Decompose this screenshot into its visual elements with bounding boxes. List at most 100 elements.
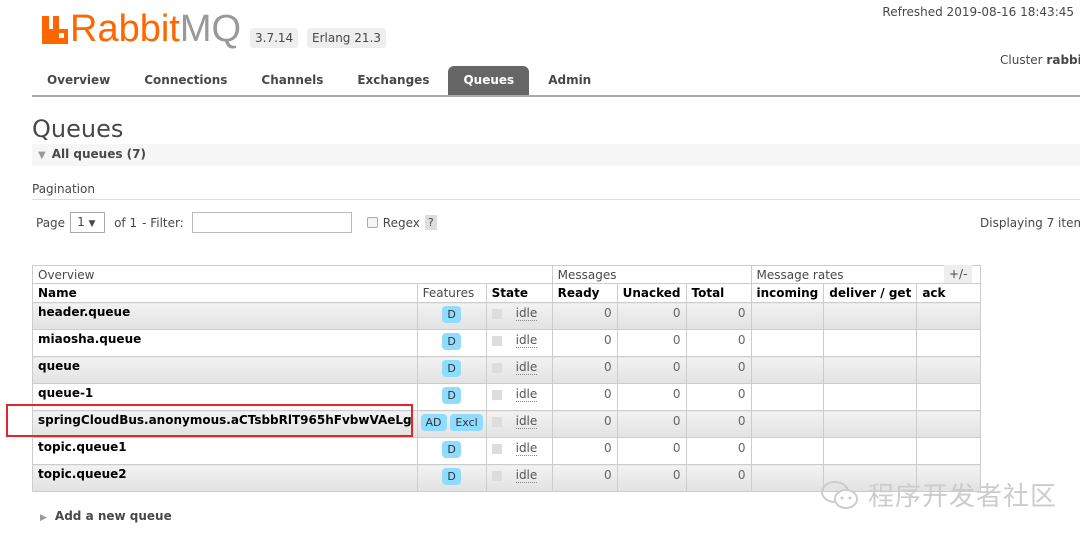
incoming-rate xyxy=(750,383,825,411)
erlang-version-badge: Erlang 21.3 xyxy=(307,28,386,48)
feature-badge: D xyxy=(442,333,461,350)
cluster-name: rabbit xyxy=(1046,53,1080,67)
tab-channels[interactable]: Channels xyxy=(246,66,338,95)
feature-badge: Excl xyxy=(450,414,483,431)
cluster-label: Cluster xyxy=(1000,53,1043,67)
features-cell: D xyxy=(416,329,487,357)
ack-rate xyxy=(916,437,982,465)
unacked-count: 0 xyxy=(616,356,687,384)
tab-overview[interactable]: Overview xyxy=(32,66,125,95)
cluster-info: Cluster rabbit xyxy=(1000,53,1080,67)
tab-admin[interactable]: Admin xyxy=(533,66,606,95)
column-header-incoming[interactable]: incoming xyxy=(750,283,825,303)
deliver-get-rate xyxy=(823,302,918,330)
page-select[interactable]: 1 ▼ xyxy=(70,212,106,233)
ack-rate xyxy=(916,356,982,384)
ready-count: 0 xyxy=(551,437,618,465)
tab-queues[interactable]: Queues xyxy=(448,66,530,95)
filter-label: - Filter: xyxy=(142,215,184,230)
features-cell: AD Excl xyxy=(416,410,487,438)
column-header-state[interactable]: State xyxy=(485,283,553,303)
queue-name-link[interactable]: miaosha.queue xyxy=(32,329,418,357)
group-overview: Overview xyxy=(32,265,553,284)
total-count: 0 xyxy=(685,437,752,465)
wechat-icon xyxy=(821,480,858,509)
highlight-box xyxy=(6,404,413,437)
pagination-bar: Page 1 ▼ of 1 - Filter: Regex ? xyxy=(36,212,437,233)
state-cell: idle xyxy=(485,410,553,438)
table-row: topic.queue1 D idle 0 0 0 xyxy=(32,437,982,465)
ready-count: 0 xyxy=(551,329,618,357)
column-header-deliver---get[interactable]: deliver / get xyxy=(823,283,918,303)
feature-badge: D xyxy=(442,468,461,485)
feature-badge: D xyxy=(442,306,461,323)
ack-rate xyxy=(916,329,982,357)
unacked-count: 0 xyxy=(616,410,687,438)
deliver-get-rate xyxy=(823,329,918,357)
state-indicator-icon xyxy=(491,335,502,346)
deliver-get-rate xyxy=(823,356,918,384)
watermark-text: 程序开发者社区 xyxy=(868,482,1058,512)
table-row: miaosha.queue D idle 0 0 0 xyxy=(32,329,982,357)
state-indicator-icon xyxy=(491,308,502,319)
column-header-ack[interactable]: ack xyxy=(916,283,982,303)
watermark: 程序开发者社区 xyxy=(820,476,1057,513)
state-cell: idle xyxy=(485,329,553,357)
page-count: of 1 xyxy=(114,215,138,230)
ready-count: 0 xyxy=(551,383,618,411)
total-count: 0 xyxy=(685,329,752,357)
state-cell: idle xyxy=(485,356,553,384)
column-toggle-button[interactable]: +/- xyxy=(944,265,973,283)
pagination-heading: Pagination xyxy=(32,182,1080,200)
column-header-unacked[interactable]: Unacked xyxy=(616,283,687,303)
state-cell: idle xyxy=(485,383,553,411)
unacked-count: 0 xyxy=(616,329,687,357)
ready-count: 0 xyxy=(551,464,618,492)
state-label: idle xyxy=(515,306,538,321)
ack-rate xyxy=(916,410,982,438)
state-label: idle xyxy=(515,414,538,429)
refreshed-timestamp: Refreshed 2019-08-16 18:43:45 xyxy=(882,5,1074,19)
queue-name-link[interactable]: queue xyxy=(32,356,418,384)
add-queue-section-toggle[interactable]: ▶ Add a new queue xyxy=(40,509,172,523)
feature-badge: D xyxy=(442,441,461,458)
nav-tabs: Overview Connections Channels Exchanges Queu… xyxy=(32,66,1080,97)
all-queues-section-toggle[interactable]: ▼ All queues (7) xyxy=(32,144,1080,166)
queue-name-link[interactable]: topic.queue1 xyxy=(32,437,418,465)
unacked-count: 0 xyxy=(616,437,687,465)
incoming-rate xyxy=(750,329,825,357)
state-indicator-icon xyxy=(491,362,502,373)
column-header-features[interactable]: Features xyxy=(416,283,487,303)
state-label: idle xyxy=(515,333,538,348)
table-row: header.queue D idle 0 0 0 xyxy=(32,302,982,330)
state-label: idle xyxy=(515,387,538,402)
regex-checkbox[interactable] xyxy=(366,217,378,228)
total-count: 0 xyxy=(685,410,752,438)
page-title: Queues xyxy=(32,115,124,143)
column-header-ready[interactable]: Ready xyxy=(551,283,618,303)
features-cell: D xyxy=(416,356,487,384)
ready-count: 0 xyxy=(551,410,618,438)
column-header-name[interactable]: Name xyxy=(32,283,418,303)
expand-triangle-icon: ▶ xyxy=(40,513,47,523)
queue-name-link[interactable]: header.queue xyxy=(32,302,418,330)
unacked-count: 0 xyxy=(616,464,687,492)
state-indicator-icon xyxy=(491,443,502,454)
incoming-rate xyxy=(750,410,825,438)
section-title: All queues (7) xyxy=(51,147,146,161)
state-cell: idle xyxy=(485,464,553,492)
column-header-total[interactable]: Total xyxy=(685,283,752,303)
tab-exchanges[interactable]: Exchanges xyxy=(342,66,444,95)
regex-help-button[interactable]: ? xyxy=(424,215,437,230)
state-cell: idle xyxy=(485,437,553,465)
total-count: 0 xyxy=(685,356,752,384)
total-count: 0 xyxy=(685,464,752,492)
unacked-count: 0 xyxy=(616,302,687,330)
tab-connections[interactable]: Connections xyxy=(129,66,242,95)
state-indicator-icon xyxy=(491,470,502,481)
feature-badge: D xyxy=(442,360,461,377)
filter-input[interactable] xyxy=(191,212,352,233)
page-value: 1 xyxy=(77,215,85,229)
queue-name-link[interactable]: topic.queue2 xyxy=(32,464,418,492)
page-label: Page xyxy=(36,215,66,230)
